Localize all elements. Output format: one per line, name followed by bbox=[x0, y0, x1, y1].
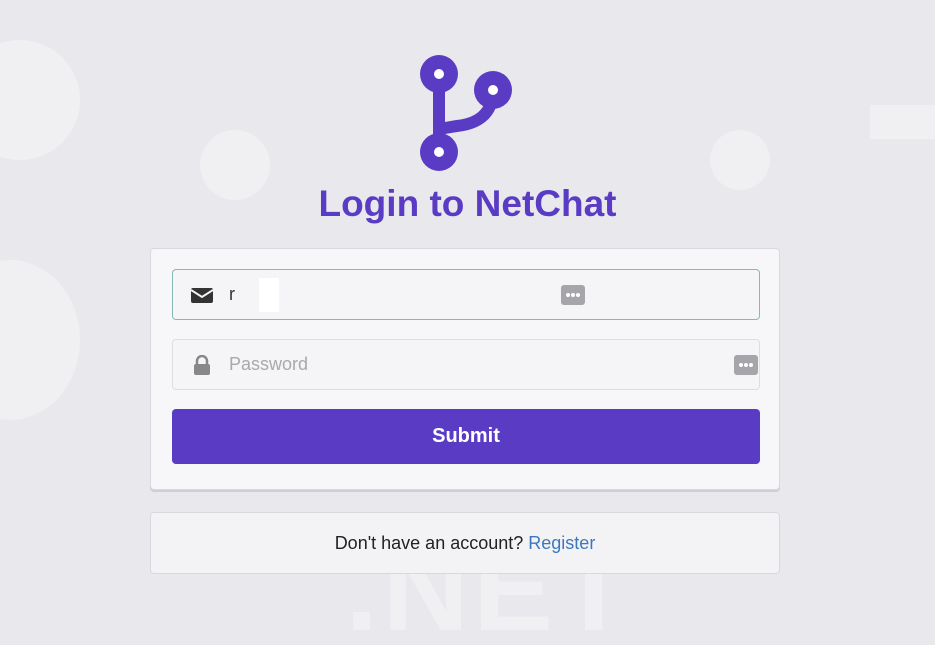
email-field[interactable] bbox=[172, 269, 760, 320]
register-link[interactable]: Register bbox=[528, 533, 595, 553]
register-prompt-box: Don't have an account? Register bbox=[150, 512, 780, 574]
register-prompt-text: Don't have an account? bbox=[334, 533, 524, 553]
submit-button[interactable]: Submit bbox=[172, 409, 760, 464]
page-title: Login to NetChat bbox=[318, 183, 617, 224]
password-field[interactable] bbox=[172, 339, 760, 390]
password-manager-icon[interactable] bbox=[561, 285, 585, 305]
envelope-icon bbox=[191, 288, 213, 303]
lock-icon bbox=[194, 355, 210, 375]
text-cursor-highlight bbox=[259, 278, 279, 312]
password-manager-icon[interactable] bbox=[734, 355, 758, 375]
login-form: Submit bbox=[150, 248, 780, 490]
password-input[interactable] bbox=[229, 341, 709, 388]
branch-icon bbox=[420, 55, 512, 171]
